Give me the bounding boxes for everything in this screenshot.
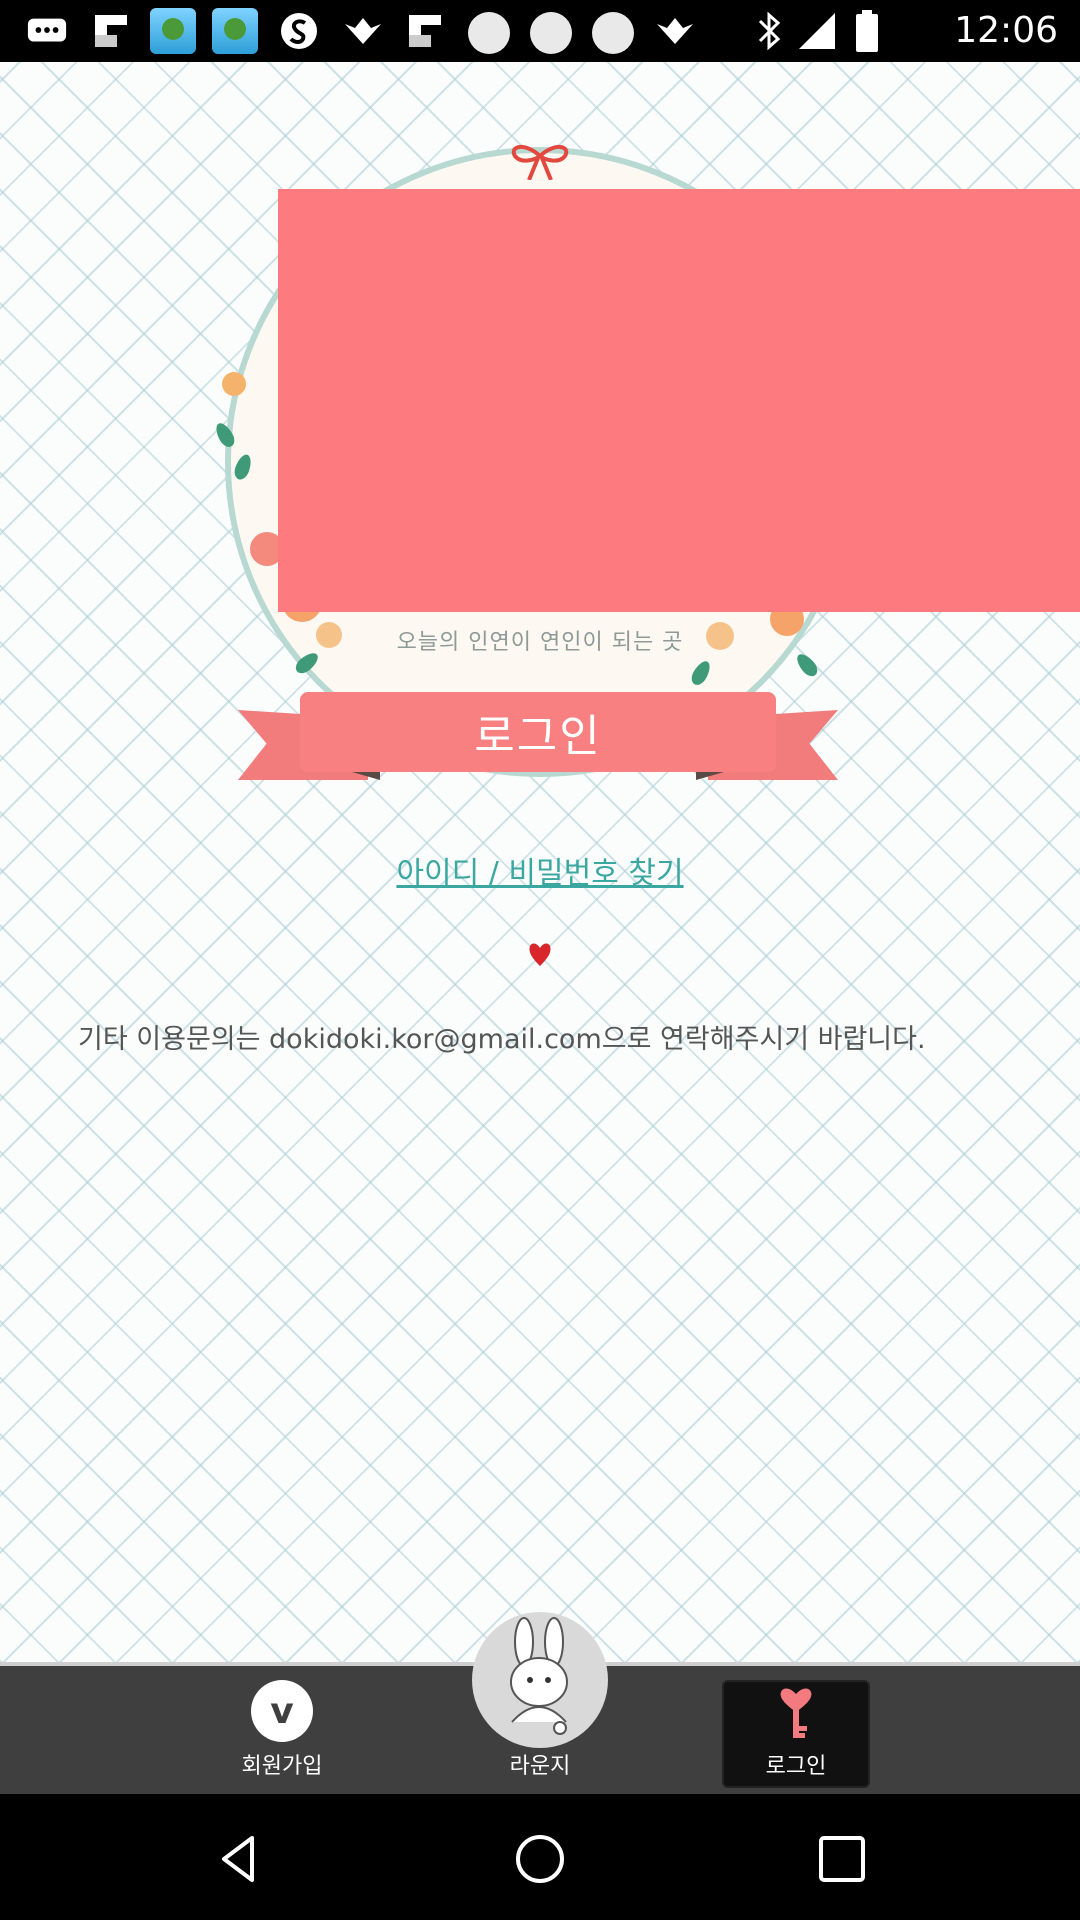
login-ribbon: 로그인	[238, 672, 838, 792]
heart-key-icon	[780, 1688, 812, 1738]
tab-lounge[interactable]: 라운지	[470, 1610, 610, 1786]
back-icon[interactable]	[212, 1832, 266, 1886]
tagline: 오늘의 인연이 연인이 되는 곳	[396, 630, 684, 655]
heart-icon	[529, 943, 551, 966]
tab-login[interactable]: 로그인	[722, 1680, 870, 1788]
pink-overlay-box	[278, 189, 1080, 612]
home-icon[interactable]	[513, 1832, 567, 1886]
tab-signup[interactable]: v 회원가입	[232, 1678, 332, 1786]
recents-icon[interactable]	[815, 1832, 869, 1886]
main-content: 오늘의 인연이 연인이 되는 곳 로그인 아이디 / 비밀번호 찾기 기타 이용…	[0, 62, 1080, 1662]
bow-icon	[511, 145, 569, 180]
tab-lounge-label: 라운지	[509, 1754, 571, 1779]
find-account-row: 아이디 / 비밀번호 찾기	[0, 848, 1080, 892]
bottom-tab-bar: v 회원가입 라운지 로그인	[0, 1612, 1080, 1794]
battery-icon	[846, 10, 888, 52]
chat-icon	[26, 10, 68, 52]
bird-icon	[342, 10, 384, 52]
check-v-icon: v	[251, 1680, 313, 1742]
find-id-password-link[interactable]: 아이디 / 비밀번호 찾기	[396, 856, 683, 891]
login-button[interactable]: 로그인	[300, 692, 776, 772]
flower-decoration	[222, 372, 246, 396]
navigation-bar	[0, 1794, 1080, 1920]
circle-icon	[468, 12, 510, 54]
bluetooth-icon	[748, 10, 790, 52]
s-swirl-icon	[278, 10, 320, 52]
status-bar: 12:06	[0, 0, 1080, 62]
tab-login-label: 로그인	[765, 1754, 827, 1779]
flipboard-icon	[90, 10, 132, 52]
signal-icon	[796, 10, 838, 52]
circle-icon	[592, 12, 634, 54]
contact-text: 기타 이용문의는 dokidoki.kor@gmail.com으로 연락해주시기…	[78, 1024, 926, 1055]
tab-signup-label: 회원가입	[241, 1754, 323, 1779]
bird-icon	[654, 10, 696, 52]
flipboard-icon	[404, 10, 446, 52]
app-tree-icon	[150, 8, 196, 54]
rabbit-icon	[472, 1612, 608, 1748]
clock: 12:06	[954, 10, 1058, 51]
circle-icon	[530, 12, 572, 54]
app-tree-icon	[212, 8, 258, 54]
